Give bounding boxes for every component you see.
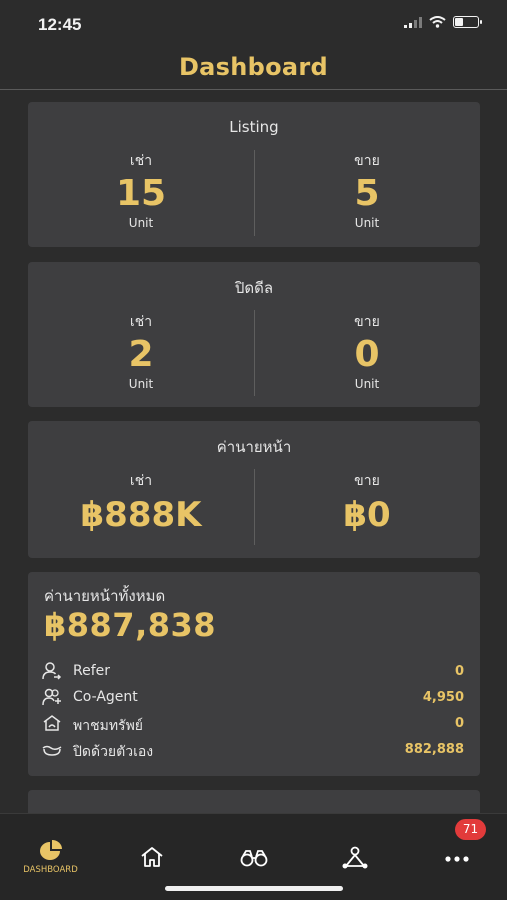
listing-sale: ขาย 5 Unit bbox=[254, 150, 480, 230]
total-commission-card[interactable]: ค่านายหน้าทั้งหมด ฿887,838 Refer 0 Co-Ag… bbox=[28, 572, 480, 776]
nav-dashboard[interactable]: DASHBOARD bbox=[0, 814, 101, 884]
rent-label: เช่า bbox=[129, 153, 153, 169]
breakdown-row-self-close: ปิดด้วยตัวเอง 882,888 bbox=[42, 738, 464, 762]
rent-label: เช่า bbox=[129, 314, 153, 330]
unit-label: Unit bbox=[128, 377, 154, 391]
nav-explore[interactable] bbox=[203, 814, 304, 884]
total-commission-value: ฿887,838 bbox=[44, 606, 217, 644]
header: Dashboard bbox=[0, 48, 507, 90]
wifi-icon bbox=[429, 16, 446, 28]
closed-deals-title: ปิดดีล bbox=[234, 279, 274, 297]
breakdown-value: 0 bbox=[454, 664, 464, 679]
self-close-icon bbox=[42, 745, 62, 756]
binoculars-icon bbox=[240, 850, 267, 867]
breakdown-label: Refer bbox=[73, 663, 111, 679]
breakdown-row-refer: Refer 0 bbox=[42, 660, 464, 684]
closed-sale: ขาย 0 Unit bbox=[254, 311, 480, 391]
more-icon bbox=[444, 856, 469, 862]
listing-title: Listing bbox=[229, 118, 279, 136]
sale-label: ขาย bbox=[354, 314, 380, 330]
nav-label-dashboard: DASHBOARD bbox=[23, 865, 78, 875]
battery-icon bbox=[453, 16, 482, 28]
signal-icon bbox=[404, 16, 422, 28]
status-icons bbox=[404, 16, 482, 28]
breakdown-value: 0 bbox=[454, 716, 464, 731]
home-icon bbox=[140, 847, 163, 867]
pie-chart-icon bbox=[39, 840, 62, 860]
breakdown-value: 882,888 bbox=[404, 742, 464, 757]
unit-label: Unit bbox=[354, 377, 380, 391]
breakdown-row-co-agent: Co-Agent 4,950 bbox=[42, 686, 464, 710]
notification-badge: 71 bbox=[455, 819, 486, 840]
listing-rent: เช่า 15 Unit bbox=[28, 150, 254, 230]
refer-icon bbox=[42, 662, 62, 680]
breakdown-label: ปิดด้วยตัวเอง bbox=[73, 744, 154, 760]
commission-sale: ขาย ฿0 bbox=[254, 470, 480, 538]
listing-card[interactable]: Listing เช่า 15 Unit ขาย 5 Unit bbox=[28, 102, 480, 247]
sale-label: ขาย bbox=[354, 153, 380, 169]
closed-sale-value: 0 bbox=[354, 334, 380, 375]
commission-rent-value: ฿888K bbox=[80, 495, 202, 535]
closed-rent: เช่า 2 Unit bbox=[28, 311, 254, 391]
unit-label: Unit bbox=[128, 216, 154, 230]
breakdown-value: 4,950 bbox=[422, 690, 464, 705]
network-icon bbox=[342, 846, 367, 869]
breakdown-label: พาชมทรัพย์ bbox=[73, 718, 143, 734]
commission-title: ค่านายหน้า bbox=[216, 438, 292, 456]
listing-sale-value: 5 bbox=[354, 173, 380, 214]
commission-rent: เช่า ฿888K bbox=[28, 470, 254, 538]
commission-sale-value: ฿0 bbox=[343, 495, 391, 535]
sale-label: ขาย bbox=[354, 473, 380, 489]
co-agent-icon bbox=[42, 688, 61, 706]
status-bar: 12:45 bbox=[0, 0, 507, 48]
nav-network[interactable] bbox=[304, 814, 405, 884]
closed-deals-card[interactable]: ปิดดีล เช่า 2 Unit ขาย 0 Unit bbox=[28, 262, 480, 407]
listing-rent-value: 15 bbox=[115, 173, 167, 214]
nav-home[interactable] bbox=[101, 814, 202, 884]
home-indicator[interactable] bbox=[165, 886, 343, 891]
status-time: 12:45 bbox=[38, 15, 82, 34]
rent-label: เช่า bbox=[129, 473, 153, 489]
commission-card[interactable]: ค่านายหน้า เช่า ฿888K ขาย ฿0 bbox=[28, 421, 480, 558]
unit-label: Unit bbox=[354, 216, 380, 230]
closed-rent-value: 2 bbox=[128, 334, 154, 375]
property-icon bbox=[43, 715, 61, 731]
breakdown-row-property-tour: พาชมทรัพย์ 0 bbox=[42, 712, 464, 736]
total-commission-label: ค่านายหน้าทั้งหมด bbox=[44, 587, 166, 605]
breakdown-label: Co-Agent bbox=[73, 689, 138, 705]
page-title: Dashboard bbox=[178, 53, 329, 81]
